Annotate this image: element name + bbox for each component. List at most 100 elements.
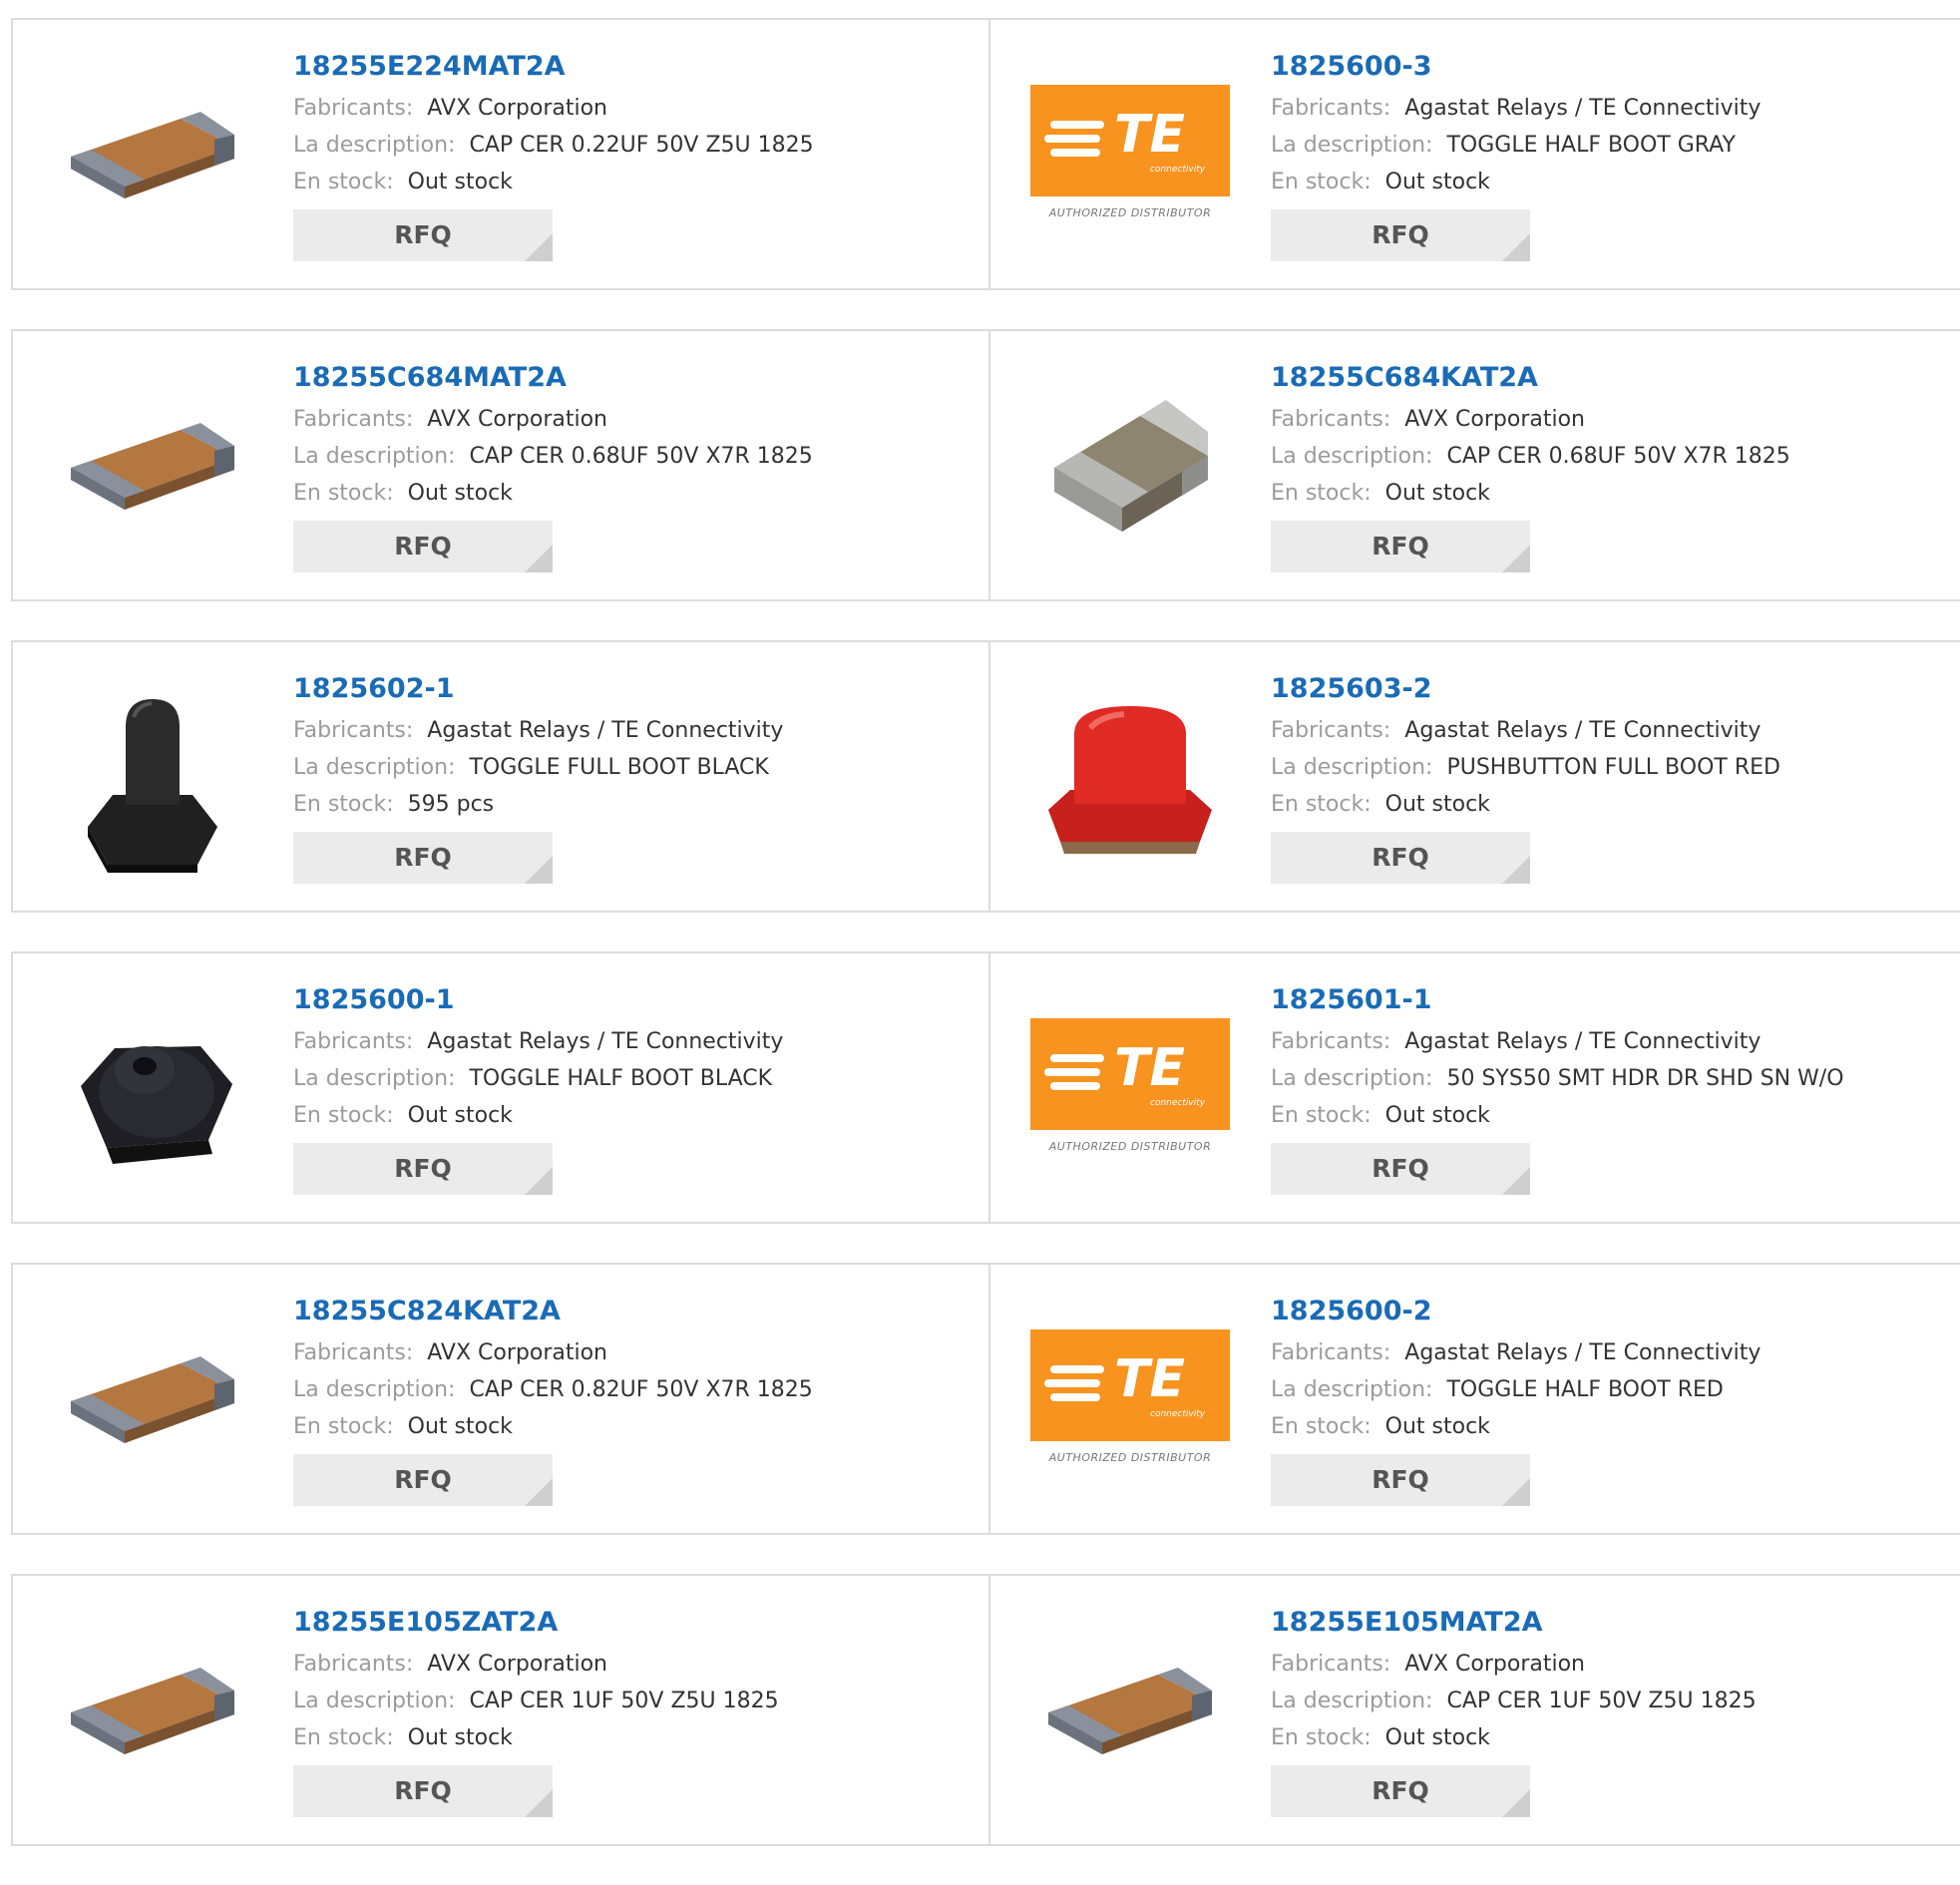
stock-value: Out stock (1384, 1103, 1490, 1128)
part-number-link[interactable]: 18255E105MAT2A (1271, 1606, 1950, 1640)
red-boot-icon (1048, 706, 1212, 854)
product-image[interactable] (53, 993, 252, 1193)
rfq-button[interactable]: RFQ (293, 1143, 553, 1195)
product-image[interactable] (53, 371, 252, 570)
product-image[interactable] (1030, 1616, 1230, 1815)
manufacturer-label: Fabricants: (293, 1029, 414, 1054)
product-card: 18255E105ZAT2A Fabricants: AVX Corporatio… (13, 1576, 988, 1844)
stock-label: En stock: (293, 1414, 394, 1439)
part-number-link[interactable]: 1825600-2 (1271, 1295, 1950, 1328)
rfq-button[interactable]: RFQ (1271, 521, 1530, 572)
corner-triangle-icon (525, 1789, 553, 1817)
rfq-button[interactable]: RFQ (293, 521, 553, 572)
corner-triangle-icon (1502, 233, 1530, 261)
manufacturer-value: Agastat Relays / TE Connectivity (1404, 96, 1762, 121)
te-logo-wordmark: TE (1114, 105, 1185, 165)
product-grid: 18255E224MAT2A Fabricants: AVX Corporatio… (11, 18, 1960, 1885)
product-card: 18255C684KAT2A Fabricants: AVX Corporatio… (988, 331, 1960, 599)
stock-value: Out stock (407, 170, 513, 194)
stock-line: En stock: Out stock (293, 1719, 979, 1756)
product-card: 18255C684MAT2A Fabricants: AVX Corporatio… (13, 331, 988, 599)
product-image[interactable] (53, 1305, 252, 1504)
rfq-button[interactable]: RFQ (1271, 1143, 1530, 1195)
stock-label: En stock: (293, 1725, 394, 1750)
description-label: La description: (293, 755, 456, 780)
description-value: PUSHBUTTON FULL BOOT RED (1446, 755, 1780, 780)
product-card: TE connectivity AUTHORIZED DISTRIBUTOR 1… (988, 953, 1960, 1222)
manufacturer-value: Agastat Relays / TE Connectivity (1404, 718, 1762, 743)
description-label: La description: (293, 1689, 456, 1713)
manufacturer-line: Fabricants: Agastat Relays / TE Connectiv… (293, 1023, 979, 1060)
part-number-link[interactable]: 18255E105ZAT2A (293, 1606, 979, 1640)
manufacturer-label: Fabricants: (293, 1340, 414, 1365)
te-logo-subtext: connectivity (1150, 1098, 1206, 1108)
corner-triangle-icon (1502, 545, 1530, 572)
rfq-button[interactable]: RFQ (1271, 209, 1530, 261)
product-image[interactable] (53, 60, 252, 259)
product-info: 18255E224MAT2A Fabricants: AVX Corporatio… (293, 50, 979, 261)
stock-value: Out stock (407, 481, 513, 506)
part-number-link[interactable]: 1825600-3 (1271, 50, 1950, 84)
product-info: 18255C824KAT2A Fabricants: AVX Corporatio… (293, 1295, 979, 1506)
manufacturer-line: Fabricants: Agastat Relays / TE Connectiv… (1271, 1334, 1950, 1371)
rfq-button[interactable]: RFQ (293, 1454, 553, 1506)
manufacturer-label: Fabricants: (293, 718, 414, 743)
te-logo-caption: AUTHORIZED DISTRIBUTOR (1048, 206, 1212, 219)
black-full-boot-icon (88, 699, 217, 873)
te-logo-lines-icon (1044, 1379, 1100, 1387)
rfq-button[interactable]: RFQ (1271, 832, 1530, 884)
product-image-te-logo[interactable]: TE connectivity AUTHORIZED DISTRIBUTOR (1030, 60, 1230, 259)
rfq-button[interactable]: RFQ (1271, 1765, 1530, 1817)
manufacturer-value: Agastat Relays / TE Connectivity (1404, 1029, 1762, 1054)
ceramic-chip-block-icon (1054, 400, 1208, 532)
product-card: 1825602-1 Fabricants: Agastat Relays / TE… (13, 642, 988, 911)
product-image[interactable] (53, 1616, 252, 1815)
rfq-button[interactable]: RFQ (293, 209, 553, 261)
product-image[interactable] (1030, 682, 1230, 882)
description-line: La description: CAP CER 1UF 50V Z5U 1825 (293, 1683, 979, 1719)
rfq-button[interactable]: RFQ (293, 1765, 553, 1817)
rfq-button[interactable]: RFQ (1271, 1454, 1530, 1506)
stock-label: En stock: (1271, 481, 1372, 506)
part-number-link[interactable]: 1825602-1 (293, 672, 979, 706)
manufacturer-line: Fabricants: AVX Corporation (293, 1334, 979, 1371)
part-number-link[interactable]: 1825603-2 (1271, 672, 1950, 706)
description-label: La description: (293, 1377, 456, 1402)
part-number-link[interactable]: 1825601-1 (1271, 983, 1950, 1017)
product-row: 18255E224MAT2A Fabricants: AVX Corporatio… (11, 18, 1960, 290)
rfq-label: RFQ (394, 843, 452, 872)
product-info: 1825603-2 Fabricants: Agastat Relays / TE… (1271, 672, 1950, 884)
stock-value: Out stock (407, 1414, 513, 1439)
rfq-button[interactable]: RFQ (293, 832, 553, 884)
part-number-link[interactable]: 18255C684KAT2A (1271, 361, 1950, 395)
stock-label: En stock: (1271, 1414, 1372, 1439)
part-number-link[interactable]: 18255E224MAT2A (293, 50, 979, 84)
rfq-label: RFQ (394, 220, 452, 249)
manufacturer-label: Fabricants: (1271, 1340, 1391, 1365)
manufacturer-line: Fabricants: AVX Corporation (1271, 401, 1950, 438)
stock-value: Out stock (1384, 1725, 1490, 1750)
manufacturer-line: Fabricants: Agastat Relays / TE Connectiv… (1271, 712, 1950, 749)
description-label: La description: (1271, 1377, 1433, 1402)
stock-line: En stock: Out stock (293, 1408, 979, 1445)
manufacturer-value: Agastat Relays / TE Connectivity (1404, 1340, 1762, 1365)
stock-line: En stock: Out stock (1271, 1408, 1950, 1445)
product-image-te-logo[interactable]: TE connectivity AUTHORIZED DISTRIBUTOR (1030, 993, 1230, 1193)
description-label: La description: (293, 133, 456, 158)
manufacturer-line: Fabricants: AVX Corporation (293, 401, 979, 438)
description-value: TOGGLE HALF BOOT GRAY (1446, 133, 1736, 158)
product-image[interactable] (53, 682, 252, 882)
product-image-te-logo[interactable]: TE connectivity AUTHORIZED DISTRIBUTOR (1030, 1305, 1230, 1504)
description-label: La description: (1271, 1066, 1433, 1091)
te-logo-lines-icon (1050, 1365, 1104, 1373)
part-number-link[interactable]: 18255C684MAT2A (293, 361, 979, 395)
part-number-link[interactable]: 18255C824KAT2A (293, 1295, 979, 1328)
product-image[interactable] (1030, 371, 1230, 570)
part-number-link[interactable]: 1825600-1 (293, 983, 979, 1017)
stock-label: En stock: (1271, 1103, 1372, 1128)
description-value: CAP CER 0.22UF 50V Z5U 1825 (469, 133, 814, 158)
description-value: CAP CER 0.68UF 50V X7R 1825 (1446, 444, 1790, 469)
te-logo: TE connectivity AUTHORIZED DISTRIBUTOR (1030, 85, 1230, 234)
description-line: La description: CAP CER 0.82UF 50V X7R 18… (293, 1371, 979, 1408)
product-card: 1825600-1 Fabricants: Agastat Relays / TE… (13, 953, 988, 1222)
